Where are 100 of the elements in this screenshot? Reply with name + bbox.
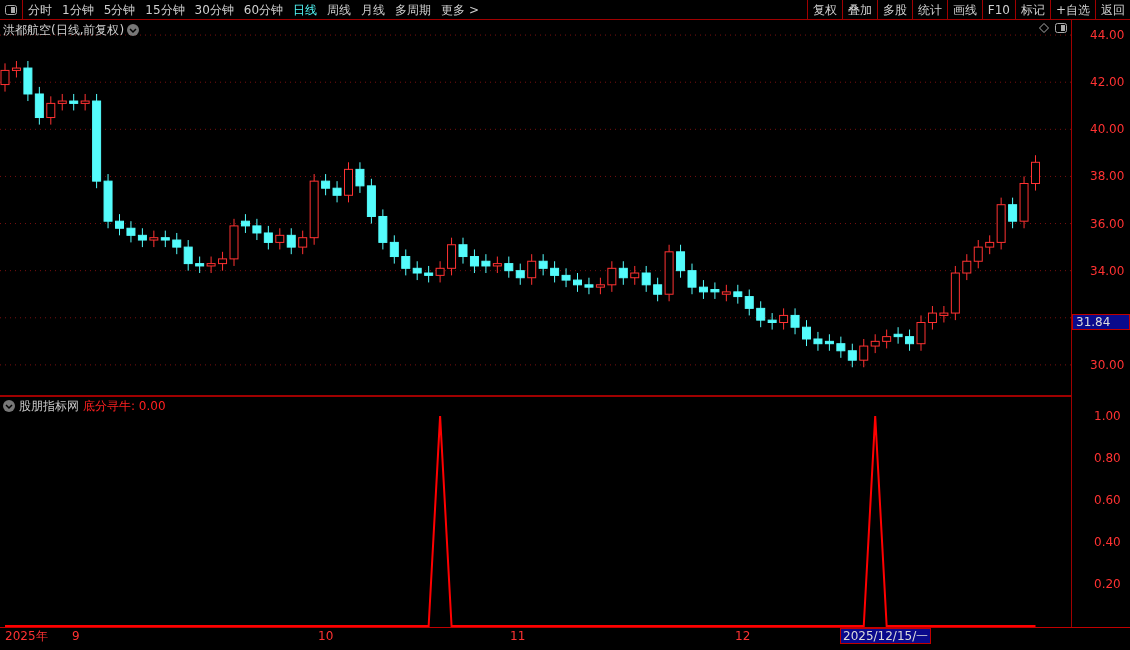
date-axis-label: 9: [72, 630, 80, 642]
period-tab[interactable]: 15分钟: [145, 3, 185, 16]
candlestick: [676, 244, 686, 279]
candlestick: [263, 225, 273, 250]
price-axis-label: 42.00: [1090, 76, 1125, 89]
indicator-axis-label: 1.00: [1094, 409, 1121, 422]
candlestick: [710, 281, 720, 300]
candlestick: [744, 289, 754, 316]
candlestick: [905, 329, 915, 352]
candlestick: [756, 300, 766, 328]
toolbar-button[interactable]: 叠加: [841, 0, 877, 19]
period-tab[interactable]: 分时: [28, 3, 52, 16]
candlestick: [389, 234, 399, 265]
toolbar-button[interactable]: 标记: [1014, 0, 1050, 19]
period-tab[interactable]: 5分钟: [103, 3, 136, 16]
candlestick: [447, 237, 457, 276]
current-price-label: 31.84: [1072, 313, 1130, 330]
price-axis-label: 34.00: [1090, 264, 1125, 277]
candlestick: [573, 272, 582, 293]
indicator-axis-label: 0.80: [1094, 451, 1121, 464]
candlestick: [927, 305, 937, 331]
candlestick: [515, 263, 525, 286]
candlestick: [435, 260, 445, 283]
candlestick: [870, 333, 880, 354]
candlestick: [126, 220, 136, 243]
candlestick: [252, 218, 262, 241]
candlestick: [183, 239, 193, 272]
candlestick: [469, 248, 479, 274]
candlestick: [137, 227, 147, 248]
indicator-axis-label: 0.40: [1094, 535, 1121, 548]
candlestick: [802, 319, 811, 347]
candlestick: [275, 227, 285, 250]
price-axis-label: 36.00: [1090, 217, 1125, 230]
candlestick: [458, 237, 468, 265]
period-tab[interactable]: 30分钟: [194, 3, 234, 16]
indicator-axis-label: 0.60: [1094, 493, 1121, 506]
indicator-value: 底分寻牛: 0.00: [83, 398, 166, 415]
candlestick: [939, 305, 949, 323]
toolbar-button[interactable]: F10: [981, 0, 1015, 19]
period-tab[interactable]: 周线: [327, 3, 352, 16]
toolbar-button[interactable]: 返回: [1095, 0, 1130, 19]
candlestick: [538, 253, 548, 276]
candlestick: [641, 265, 651, 293]
candlestick: [882, 329, 892, 349]
toolbar-button[interactable]: 复权: [806, 0, 842, 19]
candlestick: [973, 239, 983, 269]
candlestick: [218, 251, 228, 272]
toolbar-button[interactable]: 统计: [911, 0, 947, 19]
candlestick: [733, 284, 743, 305]
toolbar-button[interactable]: 画线: [946, 0, 982, 19]
period-tab[interactable]: 60分钟: [243, 3, 284, 16]
chevron-down-icon[interactable]: [3, 400, 15, 412]
toolbar-button[interactable]: +自选: [1049, 0, 1095, 19]
candlestick: [550, 260, 560, 283]
candlestick: [504, 256, 514, 279]
candlestick: [779, 307, 789, 331]
candlestick: [618, 260, 628, 286]
price-axis-label: 38.00: [1090, 170, 1125, 183]
candlestick: [206, 256, 216, 274]
candlestick: [332, 180, 342, 203]
period-tab[interactable]: 月线: [361, 3, 386, 16]
candlestick: [115, 213, 124, 236]
candlestick: [985, 234, 995, 255]
period-tab[interactable]: 1分钟: [62, 3, 94, 16]
chart-title: 洪都航空(日线,前复权): [3, 22, 125, 39]
period-tab[interactable]: 日线: [293, 3, 318, 16]
candlestick: [847, 343, 857, 368]
date-axis-label: 12: [735, 630, 751, 642]
date-axis-label: 2025年: [5, 630, 48, 642]
candlestick: [653, 277, 663, 302]
date-axis-label: 10: [318, 630, 334, 642]
indicator-source: 股朋指标网: [19, 398, 79, 415]
candlestick: [240, 213, 250, 234]
candlestick: [46, 95, 56, 126]
candlestick: [687, 263, 697, 295]
diamond-icon[interactable]: [1039, 23, 1049, 33]
candlestick: [172, 232, 182, 255]
more-button[interactable]: 更多 >: [441, 3, 479, 16]
cursor-date-label: 2025/12/15/一: [840, 628, 932, 644]
period-tab[interactable]: 多周期: [395, 3, 432, 16]
candlestick: [286, 227, 296, 255]
candlestick: [481, 253, 491, 274]
panel-toggle-icon[interactable]: [5, 4, 17, 15]
candlestick: [836, 336, 846, 359]
toolbar-button[interactable]: 多股: [876, 0, 912, 19]
candlestick: [1031, 154, 1040, 192]
price-axis-label: 30.00: [1090, 358, 1125, 371]
panel-toggle-icon[interactable]: [1055, 23, 1067, 33]
candlestick: [630, 265, 640, 286]
candlestick: [355, 161, 365, 194]
candlestick: [1008, 197, 1018, 229]
candlestick: [561, 267, 571, 288]
candlestick: [813, 331, 823, 352]
chevron-down-icon[interactable]: [127, 24, 140, 36]
candlestick: [412, 260, 422, 281]
candlestick: [527, 253, 537, 286]
candlestick: [149, 230, 159, 248]
candlestick: [962, 253, 972, 281]
candlestick: [584, 277, 594, 295]
price-axis-label: 40.00: [1090, 123, 1125, 136]
